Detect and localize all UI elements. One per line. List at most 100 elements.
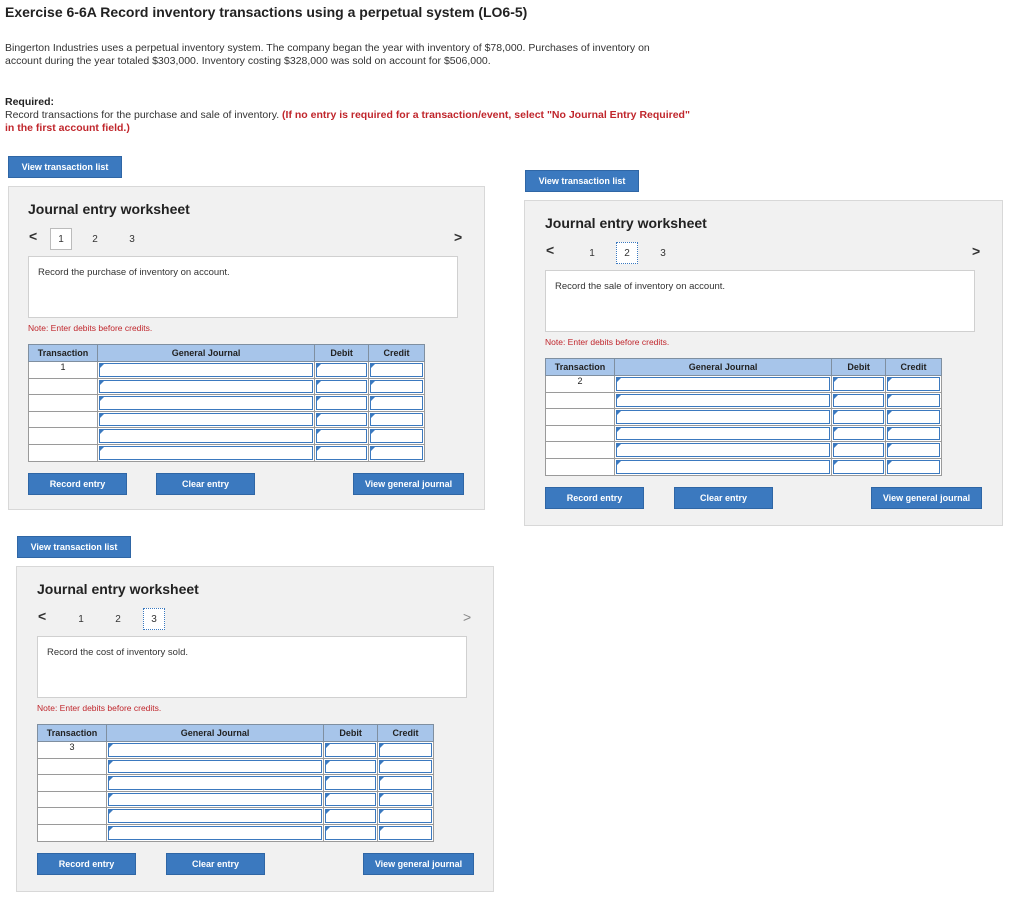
page-2-tab[interactable]: 2 (84, 228, 106, 250)
credit-field[interactable] (368, 427, 425, 445)
clear-entry-button[interactable]: Clear entry (156, 473, 255, 495)
view-general-journal-button[interactable]: View general journal (353, 473, 464, 495)
journal-worksheet-panel-3: Journal entry worksheet < 1 2 3 > Record… (16, 566, 494, 892)
account-field[interactable] (96, 427, 316, 445)
credit-field[interactable] (377, 774, 434, 792)
table-row (28, 427, 425, 445)
table-row (37, 807, 434, 825)
debit-field[interactable] (314, 377, 370, 396)
prev-page-icon[interactable]: < (546, 242, 554, 258)
credit-field[interactable] (377, 807, 434, 825)
debit-field[interactable] (314, 443, 370, 462)
debit-field[interactable] (831, 391, 887, 410)
credit-field[interactable] (377, 757, 434, 776)
credit-field[interactable] (885, 457, 942, 476)
account-field[interactable] (105, 774, 325, 792)
account-field[interactable] (105, 823, 325, 842)
worksheet-title: Journal entry worksheet (37, 581, 199, 597)
debits-note: Note: Enter debits before credits. (545, 337, 670, 347)
credit-field[interactable] (885, 424, 942, 443)
credit-field[interactable] (885, 391, 942, 410)
account-field[interactable] (96, 377, 316, 396)
page-3-tab[interactable]: 3 (652, 242, 674, 264)
page-3-tab[interactable]: 3 (121, 228, 143, 250)
credit-field[interactable] (368, 443, 425, 462)
page-2-tab[interactable]: 2 (107, 608, 129, 630)
page-1-tab[interactable]: 1 (581, 242, 603, 264)
view-transaction-list-button[interactable]: View transaction list (17, 536, 131, 558)
debit-field[interactable] (831, 408, 887, 426)
clear-entry-button[interactable]: Clear entry (674, 487, 773, 509)
account-field[interactable] (613, 375, 833, 393)
next-page-icon[interactable]: > (463, 609, 471, 625)
credit-field[interactable] (377, 790, 434, 809)
next-page-icon[interactable]: > (972, 243, 980, 259)
prev-page-icon[interactable]: < (29, 228, 37, 244)
view-transaction-list-button[interactable]: View transaction list (8, 156, 122, 178)
debit-field[interactable] (314, 361, 370, 379)
debit-field[interactable] (314, 410, 370, 429)
record-entry-button[interactable]: Record entry (28, 473, 127, 495)
view-general-journal-button[interactable]: View general journal (363, 853, 474, 875)
credit-field[interactable] (885, 408, 942, 426)
debit-field[interactable] (831, 457, 887, 476)
page-3-tab[interactable]: 3 (143, 608, 165, 630)
debit-field[interactable] (323, 823, 379, 842)
credit-field[interactable] (377, 823, 434, 842)
account-field[interactable] (96, 410, 316, 429)
debit-field[interactable] (323, 807, 379, 825)
table-row (37, 757, 434, 776)
page-1-tab[interactable]: 1 (50, 228, 72, 250)
page-2-tab[interactable]: 2 (616, 242, 638, 264)
account-field[interactable] (96, 394, 316, 412)
debit-field[interactable] (314, 427, 370, 445)
account-field[interactable] (613, 441, 833, 459)
debit-field[interactable] (323, 741, 379, 759)
transaction-column-header: Transaction (28, 344, 98, 362)
required-instructions: Record transactions for the purchase and… (5, 109, 695, 135)
transaction-prompt: Record the sale of inventory on account. (545, 270, 975, 332)
prev-page-icon[interactable]: < (38, 608, 46, 624)
credit-field[interactable] (368, 377, 425, 396)
credit-field[interactable] (885, 375, 942, 393)
account-field[interactable] (105, 757, 325, 776)
worksheet-title: Journal entry worksheet (28, 201, 190, 217)
account-field[interactable] (96, 443, 316, 462)
account-field[interactable] (613, 391, 833, 410)
credit-field[interactable] (368, 394, 425, 412)
account-field[interactable] (613, 408, 833, 426)
debits-note: Note: Enter debits before credits. (28, 323, 153, 333)
debit-field[interactable] (831, 424, 887, 443)
account-field[interactable] (96, 361, 316, 379)
table-row: 2 (545, 375, 942, 393)
debit-field[interactable] (831, 375, 887, 393)
general-journal-column-header: General Journal (105, 724, 325, 742)
record-entry-button[interactable]: Record entry (37, 853, 136, 875)
view-general-journal-button[interactable]: View general journal (871, 487, 982, 509)
clear-entry-button[interactable]: Clear entry (166, 853, 265, 875)
debit-field[interactable] (323, 774, 379, 792)
table-row (545, 424, 942, 443)
table-row (28, 443, 425, 462)
debit-field[interactable] (831, 441, 887, 459)
table-row (37, 790, 434, 809)
account-field[interactable] (613, 424, 833, 443)
account-field[interactable] (105, 790, 325, 809)
exercise-title: Exercise 6-6A Record inventory transacti… (5, 4, 528, 20)
view-transaction-list-button[interactable]: View transaction list (525, 170, 639, 192)
debit-field[interactable] (323, 757, 379, 776)
credit-column-header: Credit (368, 344, 425, 362)
credit-field[interactable] (368, 410, 425, 429)
account-field[interactable] (105, 807, 325, 825)
next-page-icon[interactable]: > (454, 229, 462, 245)
account-field[interactable] (105, 741, 325, 759)
credit-field[interactable] (377, 741, 434, 759)
page-1-tab[interactable]: 1 (70, 608, 92, 630)
debit-field[interactable] (323, 790, 379, 809)
debit-field[interactable] (314, 394, 370, 412)
credit-field[interactable] (885, 441, 942, 459)
table-row: 1 (28, 361, 425, 379)
record-entry-button[interactable]: Record entry (545, 487, 644, 509)
account-field[interactable] (613, 457, 833, 476)
credit-field[interactable] (368, 361, 425, 379)
